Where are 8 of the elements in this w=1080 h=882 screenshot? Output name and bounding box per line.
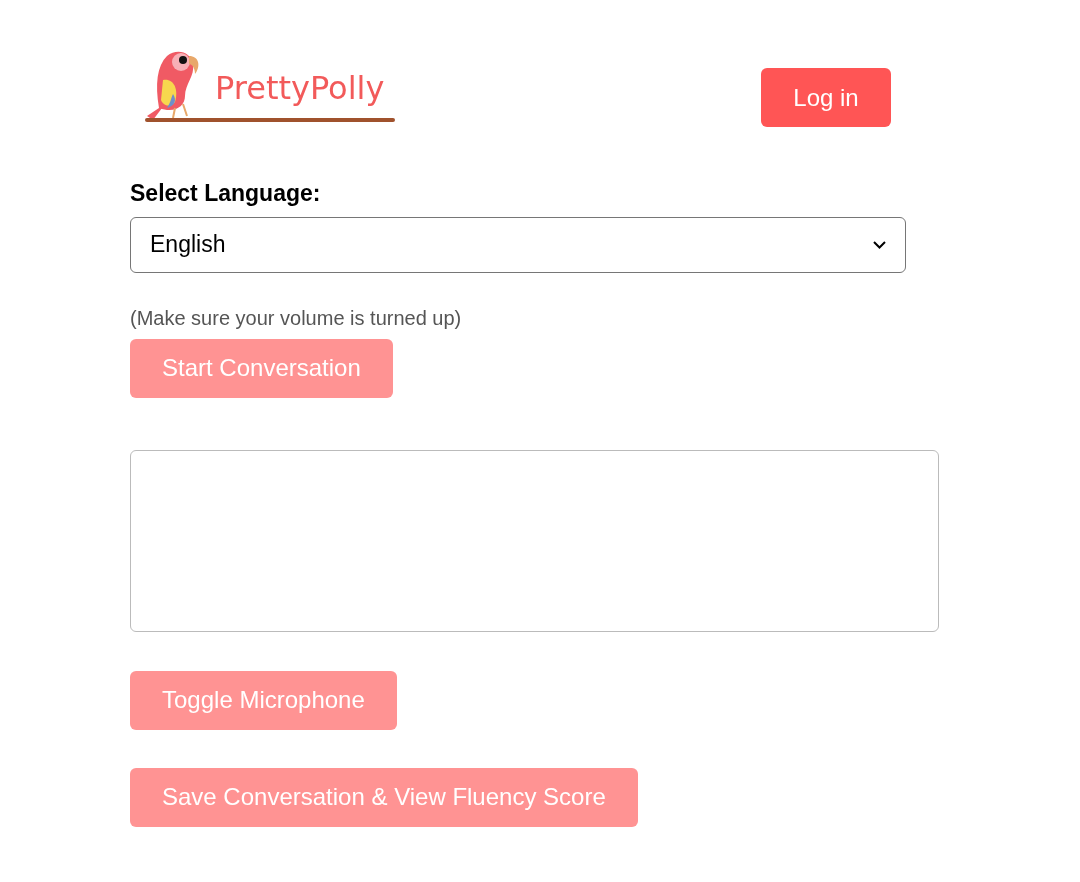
chevron-down-icon (873, 240, 886, 249)
language-label: Select Language: (130, 179, 321, 208)
logo-text: PrettyPolly (215, 68, 385, 109)
language-select[interactable]: English (130, 216, 906, 273)
login-button[interactable]: Log in (761, 68, 891, 127)
logo[interactable]: PrettyPolly (145, 44, 395, 122)
transcript-field[interactable] (130, 449, 939, 632)
volume-note: (Make sure your volume is turned up) (130, 305, 462, 331)
